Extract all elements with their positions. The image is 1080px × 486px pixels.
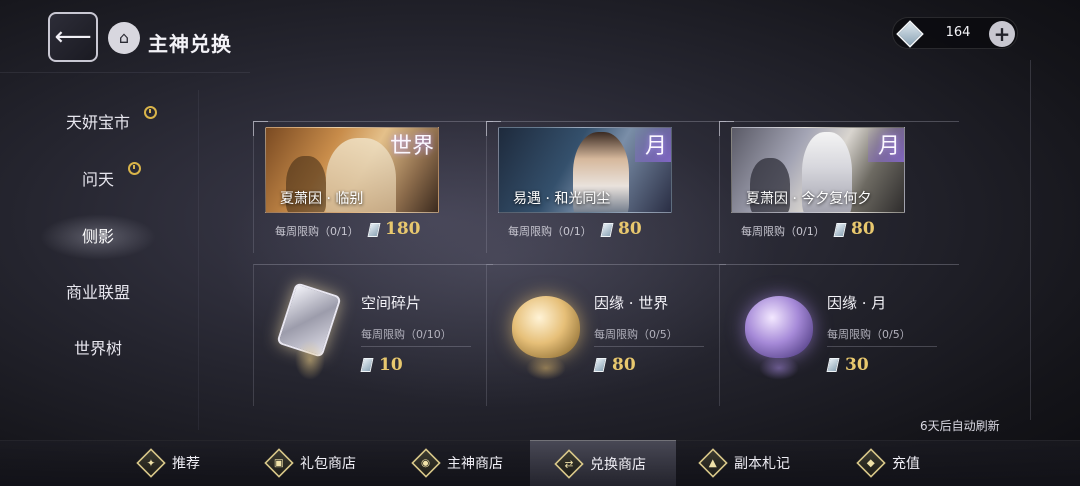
tab-label: 充值 xyxy=(892,456,920,472)
purchase-limit: 每周限购（0/5） xyxy=(594,328,678,341)
home-button[interactable]: ⌂ xyxy=(108,22,140,54)
triangle-icon: ▲ xyxy=(698,448,728,478)
add-currency-button[interactable]: + xyxy=(989,21,1015,47)
diamond-gem-icon xyxy=(896,20,924,48)
tab-label: 推荐 xyxy=(172,456,200,472)
arrow-back-icon: ⟵ xyxy=(54,22,92,52)
decor-line xyxy=(0,72,250,73)
sidebar-item-label: 侧影 xyxy=(81,227,114,246)
shop-card-item[interactable]: 因缘 · 世界 每周限购（0/5） 80 xyxy=(486,264,726,406)
purchase-limit: 每周限购（0/10） xyxy=(361,328,452,341)
tab-main-god-shop[interactable]: ◉ 主神商店 xyxy=(411,440,503,486)
clock-icon xyxy=(144,106,157,119)
diamond-gem-icon xyxy=(600,223,614,237)
divider xyxy=(361,346,471,347)
tab-recommend[interactable]: ✦ 推荐 xyxy=(136,440,200,486)
diamond-gem-icon xyxy=(367,223,381,237)
card-rarity-tag: 月 xyxy=(644,134,667,159)
exchange-icon: ⇄ xyxy=(554,448,584,479)
card-rarity-tag: 世界 xyxy=(389,134,434,159)
tab-dungeon-notes[interactable]: ▲ 副本札记 xyxy=(698,440,790,486)
sidebar-item-label: 世界树 xyxy=(73,339,122,358)
recharge-icon: ◆ xyxy=(856,448,886,478)
purchase-limit: 每周限购（0/1） xyxy=(275,225,359,238)
decor-line xyxy=(1030,60,1031,420)
card-name: 易遇 · 和光同尘 xyxy=(513,191,611,207)
currency-amount: 164 xyxy=(945,25,971,40)
item-price: 80 xyxy=(612,355,636,375)
divider xyxy=(594,346,704,347)
home-icon: ⌂ xyxy=(118,28,130,47)
tab-gift-shop[interactable]: ▣ 礼包商店 xyxy=(264,440,356,486)
refresh-countdown: 6天后自动刷新 xyxy=(920,419,1000,433)
sidebar-item-label: 天妍宝市 xyxy=(65,113,130,132)
card-price: 180 xyxy=(385,219,421,239)
sidebar-item-business-alliance[interactable]: 商业联盟 xyxy=(40,270,156,316)
planet-icon: ◉ xyxy=(411,448,441,478)
tab-label: 主神商店 xyxy=(447,456,503,472)
space-fragment-icon xyxy=(275,270,355,380)
heart-moon-icon xyxy=(741,270,821,380)
decor-line xyxy=(198,90,199,430)
shop-card-portrait[interactable]: 月 易遇 · 和光同尘 每周限购（0/1） 80 xyxy=(486,121,726,253)
card-portrait: 世界 夏萧因 · 临别 xyxy=(265,127,439,213)
page-title: 主神兑换 xyxy=(148,32,232,56)
tab-label: 礼包商店 xyxy=(300,456,356,472)
item-name: 因缘 · 世界 xyxy=(594,294,669,312)
card-portrait: 月 易遇 · 和光同尘 xyxy=(498,127,672,213)
sidebar-item-label: 商业联盟 xyxy=(65,283,130,302)
clock-icon xyxy=(128,162,141,175)
currency-display: 164 + xyxy=(892,17,1018,49)
tab-label: 副本札记 xyxy=(734,456,790,472)
item-price: 10 xyxy=(379,355,403,375)
item-name: 因缘 · 月 xyxy=(827,294,887,312)
divider xyxy=(827,346,937,347)
card-price: 80 xyxy=(618,219,642,239)
card-name: 夏萧因 · 临别 xyxy=(280,191,364,207)
item-name: 空间碎片 xyxy=(361,294,422,312)
shop-card-item[interactable]: 因缘 · 月 每周限购（0/5） 30 xyxy=(719,264,959,406)
tab-label: 兑换商店 xyxy=(590,456,646,473)
item-price: 30 xyxy=(845,355,869,375)
shop-card-item[interactable]: 空间碎片 每周限购（0/10） 10 xyxy=(253,264,493,406)
back-button[interactable]: ⟵ xyxy=(48,12,98,62)
tab-exchange-shop[interactable]: ⇄ 兑换商店 xyxy=(530,440,676,486)
diamond-gem-icon xyxy=(833,223,847,237)
tab-recharge[interactable]: ◆ 充值 xyxy=(856,440,920,486)
purchase-limit: 每周限购（0/1） xyxy=(741,225,825,238)
sidebar-item-label: 问天 xyxy=(81,170,114,189)
shop-card-portrait[interactable]: 世界 夏萧因 · 临别 每周限购（0/1） 180 xyxy=(253,121,493,253)
card-portrait: 月 夏萧因 · 今夕复何夕 xyxy=(731,127,905,213)
sidebar-item-profile[interactable]: 侧影 xyxy=(40,214,156,260)
sidebar-item-tianyan-market[interactable]: 天妍宝市 xyxy=(40,100,156,146)
shop-card-portrait[interactable]: 月 夏萧因 · 今夕复何夕 每周限购（0/1） 80 xyxy=(719,121,959,253)
gift-icon: ▣ xyxy=(264,448,294,478)
sidebar-item-world-tree[interactable]: 世界树 xyxy=(40,326,156,372)
card-rarity-tag: 月 xyxy=(877,134,900,159)
flame-icon: ✦ xyxy=(136,448,166,478)
purchase-limit: 每周限购（0/1） xyxy=(508,225,592,238)
heart-world-icon xyxy=(508,270,588,380)
purchase-limit: 每周限购（0/5） xyxy=(827,328,911,341)
card-name: 夏萧因 · 今夕复何夕 xyxy=(746,191,872,207)
sidebar-overflow-hint xyxy=(40,392,156,408)
card-price: 80 xyxy=(851,219,875,239)
